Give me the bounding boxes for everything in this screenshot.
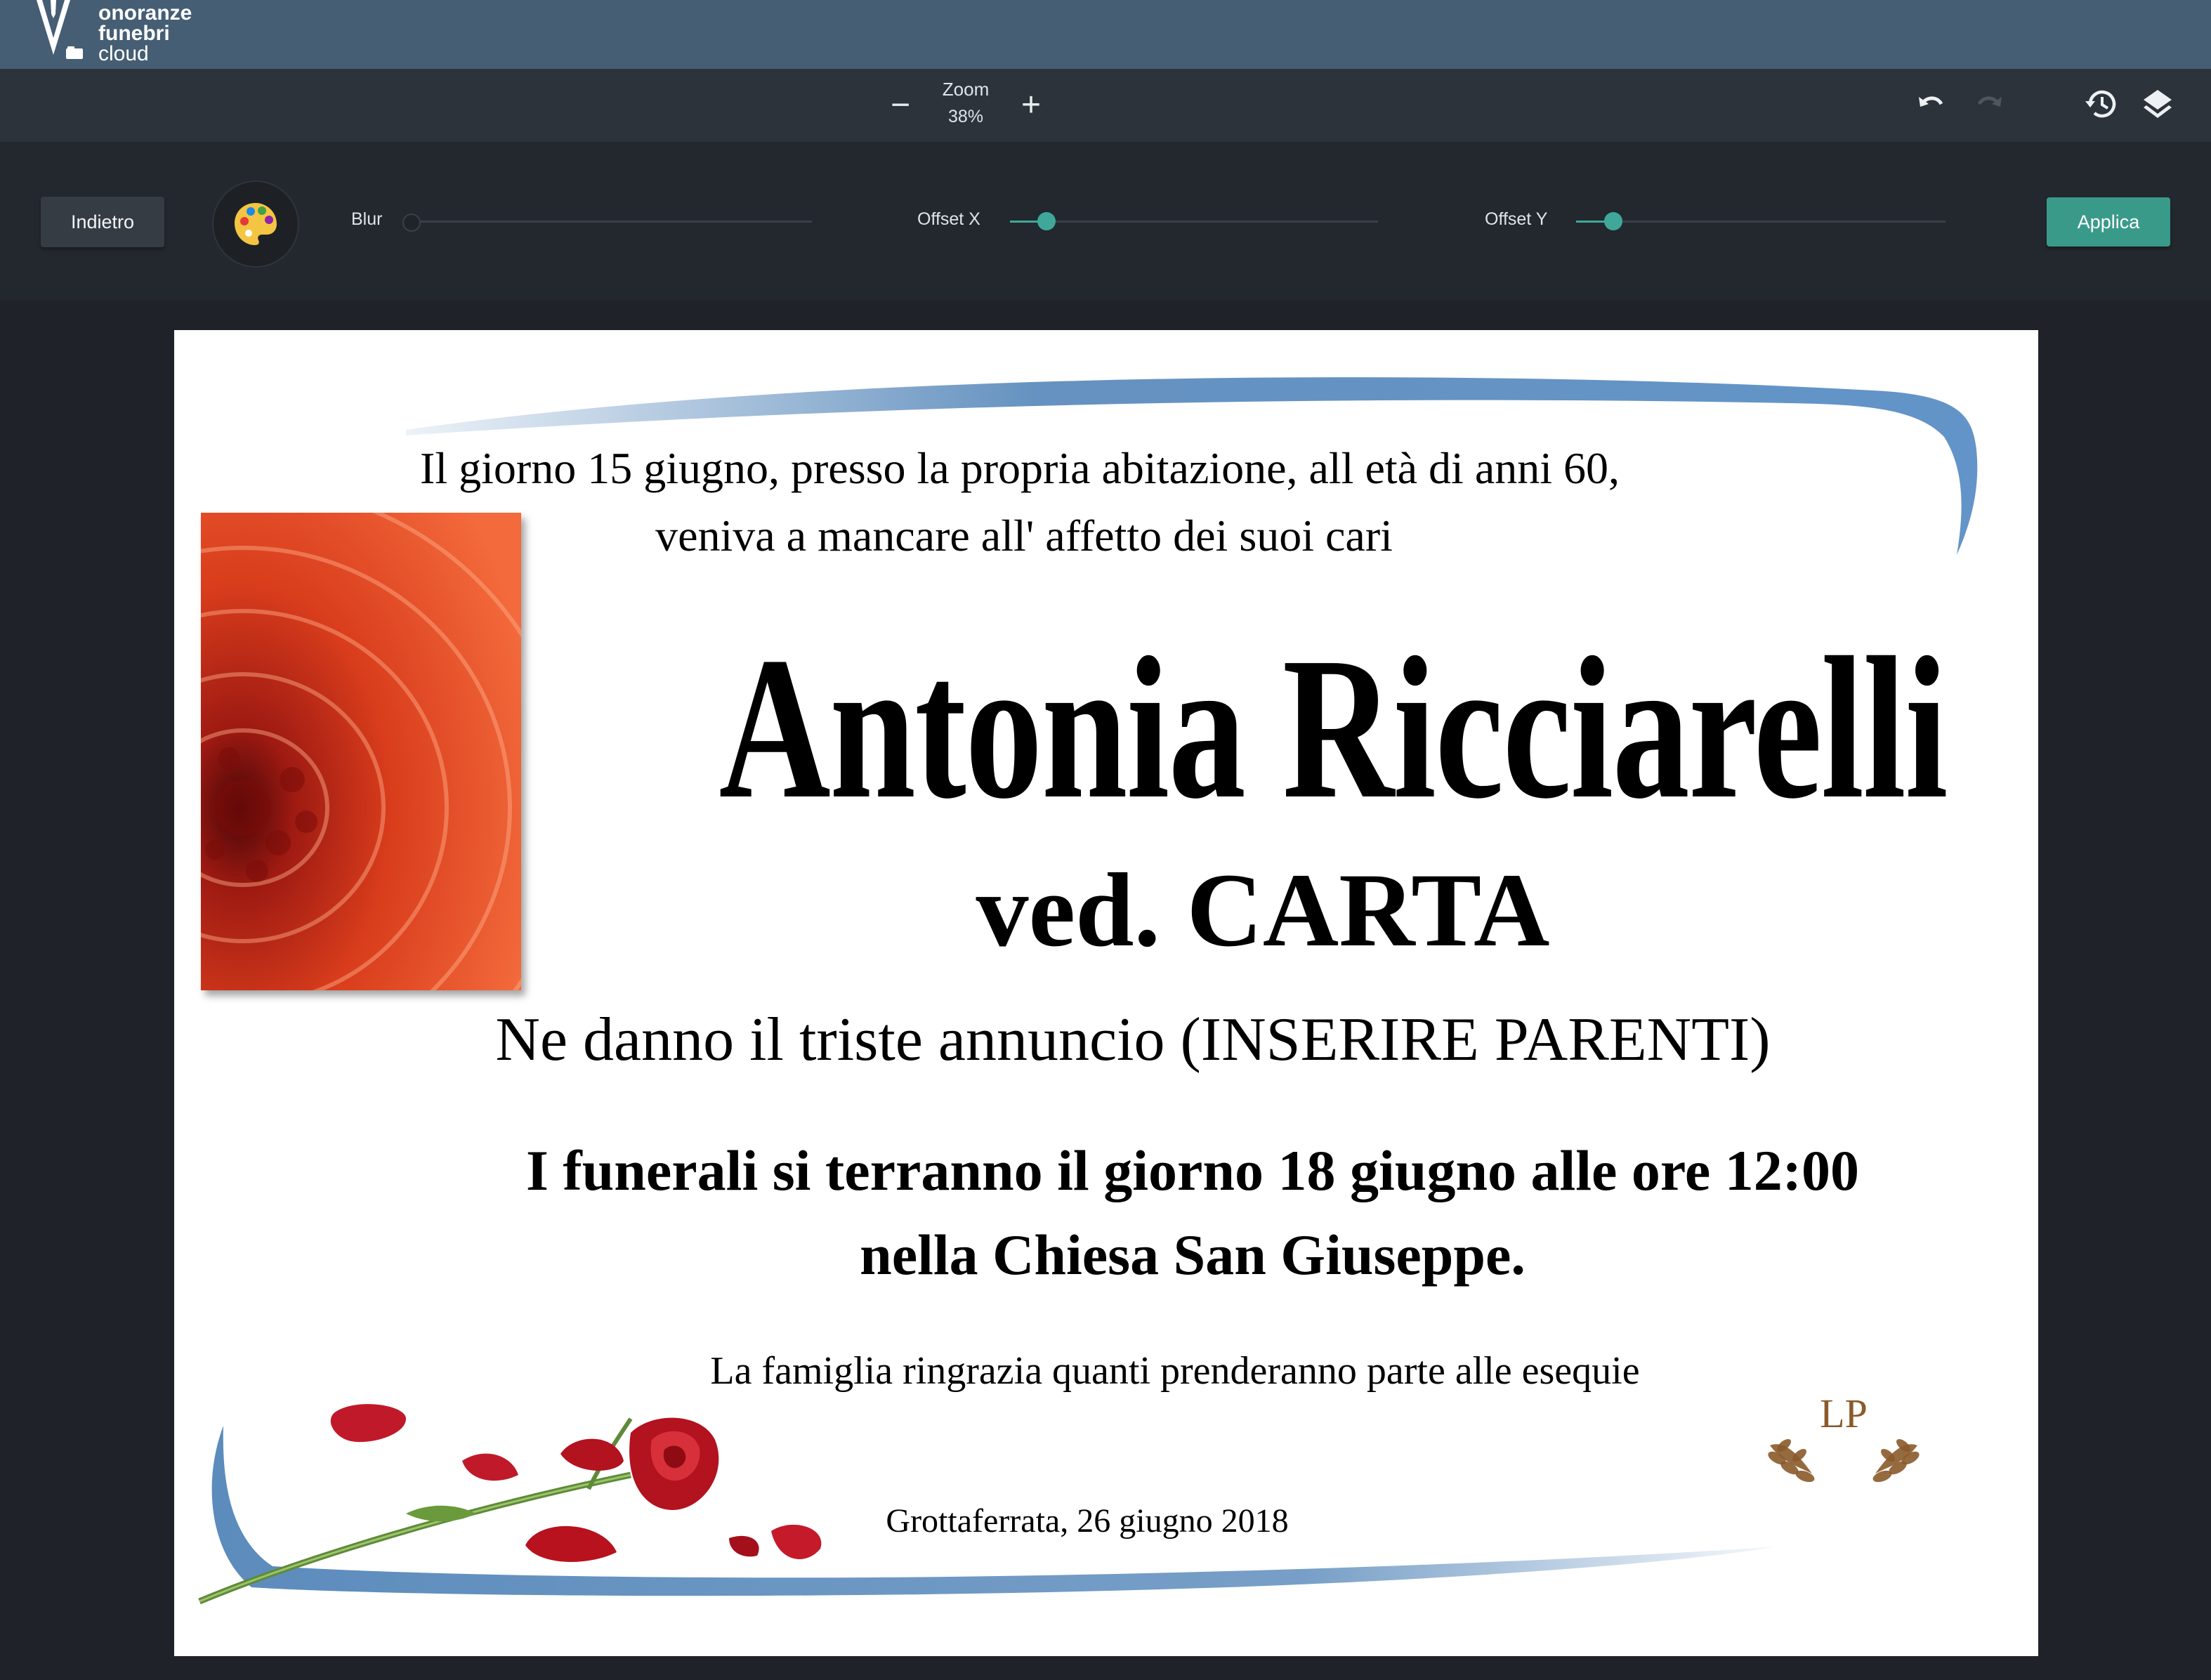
zoom-out-button[interactable]: − [884, 84, 917, 126]
apply-button[interactable]: Applica [2047, 197, 2170, 247]
blur-label: Blur [351, 209, 383, 229]
intro-line-2[interactable]: veniva a mancare all' affetto dei suoi c… [462, 510, 1586, 562]
flower-photo[interactable] [201, 513, 521, 990]
thanks-text[interactable]: La famiglia ringrazia quanti prenderanno… [596, 1348, 1754, 1393]
brand-line-3: cloud [98, 42, 149, 65]
rose-decoration [198, 1404, 822, 1605]
brand-logo-link[interactable]: onoranze funebri cloud [0, 0, 204, 69]
obituary-canvas[interactable]: Il giorno 15 giugno, presso la propria a… [174, 330, 2038, 1656]
announcement-text[interactable]: Ne danno il triste annuncio (INSERIRE PA… [448, 1004, 1818, 1075]
brand-name: onoranze funebri cloud [98, 1, 192, 65]
svg-text:LP: LP [1820, 1391, 1868, 1436]
funeral-info-line-2[interactable]: nella Chiesa San Giuseppe. [666, 1222, 1719, 1288]
undo-icon[interactable] [1913, 87, 1950, 124]
brand-bar [0, 0, 2211, 69]
color-picker-button[interactable] [212, 181, 299, 268]
offset-y-label: Offset Y [1485, 209, 1548, 229]
cloud-icon [66, 46, 83, 59]
brand-line-1: onoranze [98, 1, 192, 25]
layers-icon[interactable] [2139, 86, 2176, 122]
offset-x-slider[interactable] [1010, 212, 1378, 230]
place-date[interactable]: Grottaferrata, 26 giugno 2018 [806, 1502, 1368, 1540]
zoom-value: 38% [947, 107, 984, 126]
zoom-label: Zoom [942, 79, 990, 100]
lp-monogram-logo[interactable]: LP [1756, 1391, 1931, 1496]
offset-y-slider-knob[interactable] [1603, 212, 1622, 230]
redo-icon[interactable] [1971, 87, 2007, 124]
back-button[interactable]: Indietro [41, 197, 164, 247]
palette-icon [235, 203, 277, 245]
widow-of[interactable]: ved. CARTA [736, 850, 1790, 971]
editor-toolbar [0, 69, 2211, 144]
brand-line-2: funebri [98, 22, 170, 45]
zoom-in-button[interactable]: + [1014, 84, 1048, 126]
deceased-name[interactable]: Antonia Ricciarelli [719, 611, 1948, 845]
blur-slider-knob[interactable] [402, 214, 421, 232]
history-icon[interactable] [2083, 86, 2120, 122]
funeral-info-line-1[interactable]: I funerali si terranno il giorno 18 giug… [448, 1138, 1937, 1204]
intro-line-1[interactable]: Il giorno 15 giugno, presso la propria a… [420, 442, 1620, 494]
offset-y-slider[interactable] [1576, 212, 1946, 230]
blur-slider[interactable] [402, 214, 812, 232]
offset-x-label: Offset X [917, 209, 980, 229]
